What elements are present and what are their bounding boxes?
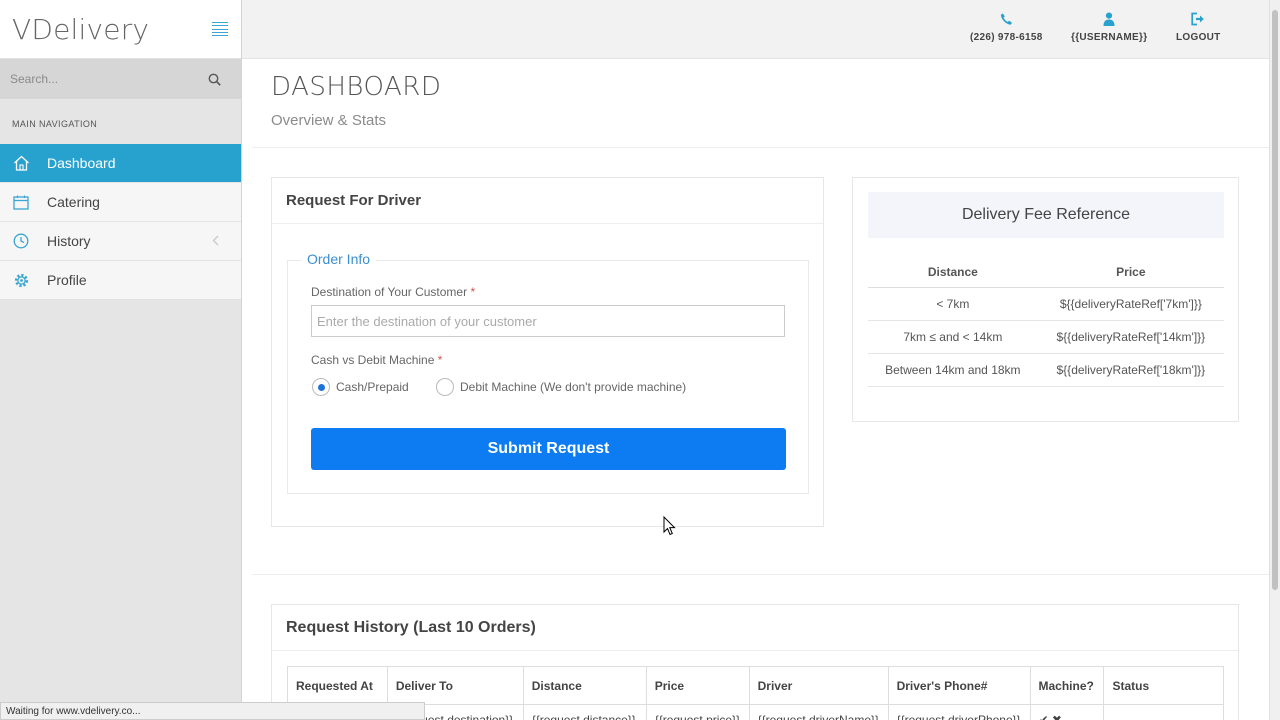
sidebar-item-label: History — [47, 233, 91, 249]
sidebar-item-label: Catering — [47, 194, 100, 210]
column-header: Price — [645, 666, 750, 705]
payment-label: Cash vs Debit Machine * — [311, 353, 442, 367]
sidebar-item-label: Dashboard — [47, 155, 116, 171]
divider — [272, 223, 823, 224]
logout-button[interactable]: LOGOUT — [1176, 12, 1221, 43]
machine-check-cross-icons: ✔ ✖ — [1029, 704, 1105, 720]
cash-prepaid-radio[interactable]: Cash/Prepaid — [312, 378, 409, 396]
radio-label: Cash/Prepaid — [336, 380, 409, 394]
column-header: Driver's Phone# — [887, 666, 1031, 705]
order-info-fieldset: Order Info Destination of Your Customer … — [287, 251, 809, 494]
history-table: Requested At Deliver To Distance Price D… — [287, 666, 1224, 720]
user-menu[interactable]: {{USERNAME}} — [1071, 12, 1147, 43]
page-title: DASHBOARD — [271, 72, 442, 102]
scrollbar-thumb[interactable] — [1272, 10, 1278, 590]
column-header: Deliver To — [386, 666, 524, 705]
fee-panel-title: Delivery Fee Reference — [868, 192, 1224, 238]
phone-link[interactable]: (226) 978-6158 — [970, 12, 1043, 43]
sidebar-item-label: Profile — [47, 272, 87, 288]
nav-heading: MAIN NAVIGATION — [12, 119, 98, 129]
column-header: Machine? — [1029, 666, 1105, 705]
table-header-row: Requested At Deliver To Distance Price D… — [287, 666, 1224, 705]
mouse-cursor-icon — [663, 516, 676, 536]
home-icon — [12, 154, 30, 172]
search-input[interactable] — [10, 72, 180, 86]
browser-status-bar: Waiting for www.vdelivery.co... — [0, 702, 425, 720]
table-cell: Between 14km and 18km — [868, 353, 1038, 387]
username: {{USERNAME}} — [1071, 32, 1148, 43]
table-row: 7km ≤ and < 14km ${{deliveryRateRef['14k… — [868, 320, 1224, 354]
logout-label: LOGOUT — [1176, 32, 1221, 43]
table-cell — [1103, 704, 1224, 720]
clock-icon — [12, 232, 30, 250]
required-mark: * — [437, 353, 443, 367]
table-cell: {{request.driverName}} — [748, 704, 889, 720]
request-driver-panel: Request For Driver Order Info Destinatio… — [271, 177, 824, 527]
sidebar-search — [0, 59, 241, 99]
phone-number: (226) 978-6158 — [970, 32, 1043, 43]
table-header-row: Distance Price — [868, 258, 1224, 288]
fieldset-legend: Order Info — [301, 251, 377, 267]
table-cell: 7km ≤ and < 14km — [868, 320, 1038, 354]
top-header: (226) 978-6158 {{USERNAME}} LOGOUT — [242, 0, 1269, 59]
table-cell: < 7km — [868, 287, 1038, 321]
search-icon[interactable] — [208, 73, 221, 86]
radio-unselected-icon[interactable] — [436, 378, 454, 396]
submit-request-button[interactable]: Submit Request — [311, 428, 786, 470]
column-header: Status — [1103, 666, 1224, 705]
divider — [252, 574, 1269, 575]
calendar-icon — [12, 193, 30, 211]
page-scrollbar[interactable] — [1269, 0, 1280, 720]
logo-bar: VDelivery — [0, 0, 241, 59]
user-icon — [1103, 12, 1115, 26]
table-cell: {{request.distance}} — [522, 704, 647, 720]
destination-input[interactable] — [311, 305, 785, 337]
table-row: < 7km ${{deliveryRateRef['7km']}} — [868, 287, 1224, 321]
column-header: Requested At — [287, 666, 388, 705]
destination-label-text: Destination of Your Customer — [311, 285, 468, 299]
table-cell: ${{deliveryRateRef['7km']}} — [1037, 287, 1224, 321]
sidebar-item-dashboard[interactable]: Dashboard — [0, 144, 241, 183]
chevron-left-icon[interactable] — [212, 235, 219, 246]
table-row: Between 14km and 18km ${{deliveryRateRef… — [868, 353, 1224, 387]
phone-icon — [1000, 13, 1012, 25]
column-header: Distance — [522, 666, 647, 705]
destination-label: Destination of Your Customer * — [311, 285, 475, 299]
sidebar-item-history[interactable]: History — [0, 222, 241, 261]
page-subtitle: Overview & Stats — [271, 112, 387, 129]
main-content: DASHBOARD Overview & Stats Request For D… — [242, 59, 1269, 720]
divider — [272, 650, 1238, 651]
app-logo[interactable]: VDelivery — [12, 13, 149, 46]
panel-title: Request History (Last 10 Orders) — [286, 619, 536, 636]
column-header: Price — [1037, 258, 1224, 288]
panel-title: Request For Driver — [286, 192, 422, 209]
table-row: {{request.destination}} {{request.distan… — [287, 704, 1224, 720]
sidebar-item-profile[interactable]: Profile — [0, 261, 241, 300]
logout-icon — [1191, 12, 1205, 26]
table-cell: ${{deliveryRateRef['14km']}} — [1037, 320, 1224, 354]
sidebar-item-catering[interactable]: Catering — [0, 183, 241, 222]
fee-table: Distance Price < 7km ${{deliveryRateRef[… — [868, 258, 1224, 387]
divider — [252, 147, 1269, 148]
radio-label: Debit Machine (We don't provide machine) — [460, 380, 687, 394]
required-mark: * — [470, 285, 476, 299]
sidebar: VDelivery MAIN NAVIGATION Dashboard Cate… — [0, 0, 242, 720]
debit-machine-radio[interactable]: Debit Machine (We don't provide machine) — [436, 378, 686, 396]
table-cell: {{request.driverPhone}} — [887, 704, 1031, 720]
table-cell: {{request.price}} — [645, 704, 750, 720]
payment-label-text: Cash vs Debit Machine — [311, 353, 435, 367]
hamburger-menu-icon[interactable] — [212, 22, 228, 36]
radio-selected-icon[interactable] — [312, 378, 330, 396]
table-cell: ${{deliveryRateRef['18km']}} — [1037, 353, 1224, 387]
column-header: Distance — [868, 258, 1038, 288]
delivery-fee-panel: Delivery Fee Reference Distance Price < … — [852, 177, 1239, 422]
gear-icon — [12, 271, 30, 289]
column-header: Driver — [748, 666, 889, 705]
